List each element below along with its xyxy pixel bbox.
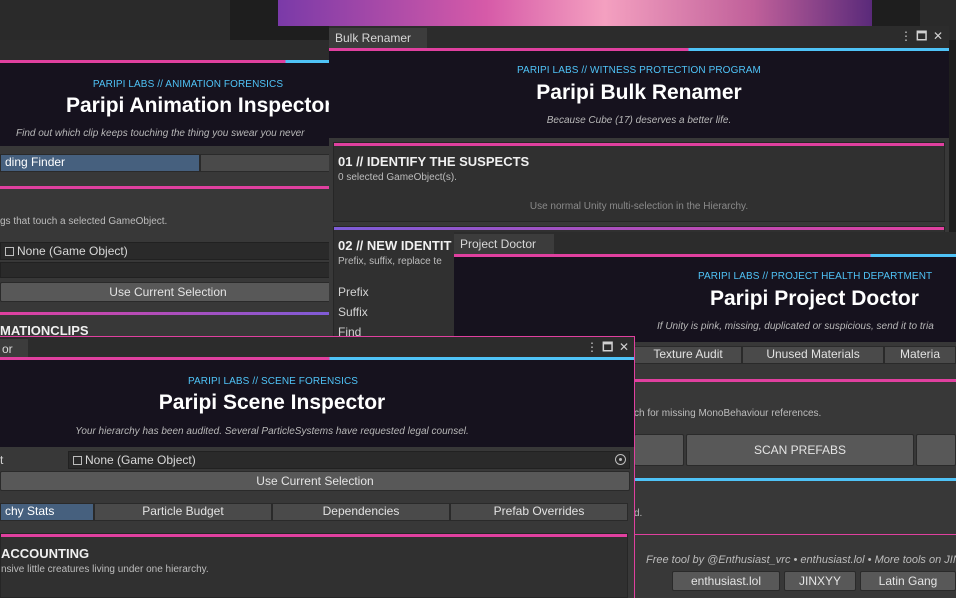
footer-credit: Free tool by @Enthusiast_vrc • enthusias… [646, 554, 956, 566]
tab-unused-materials[interactable]: Unused Materials [742, 346, 884, 364]
close-icon[interactable]: ✕ [619, 340, 629, 354]
use-current-selection-button[interactable]: Use Current Selection [0, 471, 630, 491]
tab-next[interactable] [200, 154, 336, 172]
object-field-value: None (Game Object) [17, 244, 128, 258]
page-title: Paripi Project Doctor [710, 287, 919, 310]
object-field[interactable]: None (Game Object) [0, 242, 336, 260]
description: ch for missing MonoBehaviour references. [634, 408, 822, 419]
use-current-selection-button[interactable]: Use Current Selection [0, 282, 336, 302]
tab-bar [0, 337, 634, 359]
gameobject-icon [73, 456, 82, 465]
section-desc: Prefix, suffix, replace te [338, 256, 442, 267]
tagline: Your hierarchy has been audited. Several… [75, 426, 469, 437]
maximize-icon[interactable]: 🗖 [916, 29, 927, 43]
section-title: MATIONCLIPS [0, 323, 89, 338]
page-title: Paripi Scene Inspector [158, 391, 386, 414]
tab-texture-audit[interactable]: Texture Audit [634, 346, 742, 364]
section-title: ACCOUNTING [1, 546, 90, 561]
tab-prefab-overrides[interactable]: Prefab Overrides [450, 503, 628, 521]
tab-bar [0, 40, 336, 60]
background-panel [0, 0, 230, 40]
tab-dependencies[interactable]: Dependencies [272, 503, 450, 521]
section-desc: nsive little creatures living under one … [1, 564, 209, 575]
accounting-panel: ACCOUNTING nsive little creatures living… [0, 533, 628, 598]
header: PARIPI LABS // ANIMATION FORENSICS Parip… [0, 60, 336, 146]
kicker: PARIPI LABS // WITNESS PROTECTION PROGRA… [517, 65, 761, 76]
tagline: If Unity is pink, missing, duplicated or… [657, 321, 934, 332]
hint-text: Use normal Unity multi-selection in the … [529, 201, 749, 212]
tagline: Because Cube (17) deserves a better life… [546, 115, 732, 126]
tab-project-doctor[interactable]: Project Doctor [454, 234, 554, 254]
close-icon[interactable]: ✕ [933, 29, 943, 43]
gameobject-icon [5, 247, 14, 256]
latin-gang-link-button[interactable]: Latin Gang [860, 571, 956, 591]
tab-scene-inspector[interactable]: or [0, 339, 28, 359]
scan-extra-button[interactable] [916, 434, 956, 466]
tab-materials[interactable]: Materia [884, 346, 956, 364]
scene-inspector-window: or ⋮ 🗖 ✕ PARIPI LABS // SCENE FORENSICS … [0, 336, 635, 598]
scan-scenes-button[interactable] [634, 434, 684, 466]
kicker: PARIPI LABS // ANIMATION FORENSICS [92, 79, 284, 90]
page-title: Paripi Bulk Renamer [536, 81, 742, 104]
selected-count: 0 selected GameObject(s). [338, 172, 457, 183]
suffix-label: Suffix [338, 305, 368, 319]
secondary-field[interactable] [0, 262, 336, 278]
prefix-label: Prefix [338, 285, 369, 299]
description: gs that touch a selected GameObject. [0, 216, 168, 227]
enthusiast-link-button[interactable]: enthusiast.lol [672, 571, 780, 591]
footer-divider [634, 534, 956, 535]
scan-prefabs-button[interactable]: SCAN PREFABS [686, 434, 914, 466]
tab-binding-finder[interactable]: ding Finder [0, 154, 200, 172]
object-picker-icon[interactable] [615, 454, 626, 465]
tab-particle-budget[interactable]: Particle Budget [94, 503, 272, 521]
kicker: PARIPI LABS // SCENE FORENSICS [187, 376, 359, 387]
target-object-field[interactable]: None (Game Object) [68, 451, 630, 469]
object-field-value: None (Game Object) [85, 453, 196, 467]
scene-view-artwork [278, 0, 872, 26]
maximize-icon[interactable]: 🗖 [602, 340, 613, 354]
header: PARIPI LABS // PROJECT HEALTH DEPARTMENT… [454, 254, 956, 342]
status-text: d. [634, 508, 643, 519]
target-label: t [0, 453, 4, 467]
header: PARIPI LABS // WITNESS PROTECTION PROGRA… [329, 48, 949, 138]
more-options-icon[interactable]: ⋮ [586, 340, 598, 354]
animation-inspector-window: PARIPI LABS // ANIMATION FORENSICS Parip… [0, 40, 336, 340]
kicker: PARIPI LABS // PROJECT HEALTH DEPARTMENT [698, 271, 933, 282]
tab-bulk-renamer[interactable]: Bulk Renamer [329, 28, 427, 48]
more-options-icon[interactable]: ⋮ [900, 29, 912, 43]
section-title: 01 // IDENTIFY THE SUSPECTS [338, 154, 530, 169]
tagline: Find out which clip keeps touching the t… [16, 128, 305, 139]
jinxyy-link-button[interactable]: JINXYY [784, 571, 856, 591]
tab-hierarchy-stats[interactable]: chy Stats [0, 503, 94, 521]
page-title: Paripi Animation Inspector [66, 94, 333, 117]
section-title: 02 // NEW IDENTIT [338, 238, 452, 253]
identify-suspects-panel: 01 // IDENTIFY THE SUSPECTS 0 selected G… [333, 142, 945, 222]
header: PARIPI LABS // SCENE FORENSICS Paripi Sc… [0, 357, 634, 447]
